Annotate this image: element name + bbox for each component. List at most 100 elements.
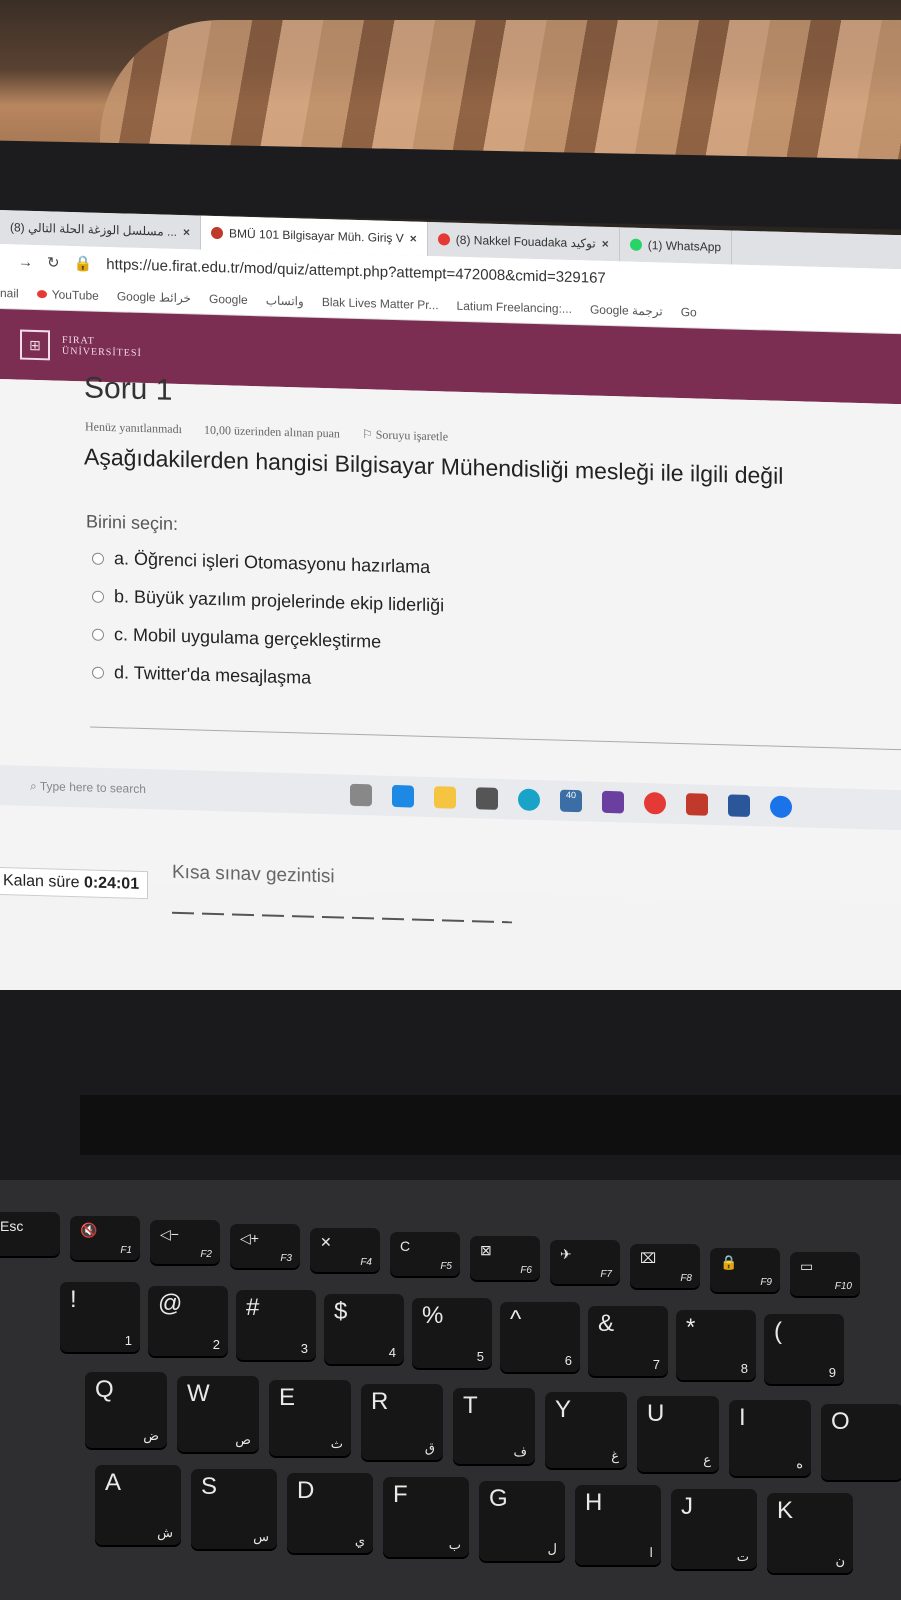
letter-key[interactable]: Jت: [671, 1489, 757, 1569]
function-key[interactable]: ⊠ F6: [470, 1236, 540, 1280]
bookmark-item[interactable]: Google ترجمة: [590, 302, 663, 318]
radio-button[interactable]: [92, 628, 104, 641]
letter-key[interactable]: Qض: [85, 1372, 167, 1448]
number-key[interactable]: % 5: [412, 1298, 492, 1368]
key-sublegend: ع: [703, 1452, 711, 1467]
function-key[interactable]: ⌧ F8: [630, 1244, 700, 1288]
option-b[interactable]: b. Büyük yazılım projelerinde ekip lider…: [92, 586, 444, 617]
letter-key[interactable]: Sس: [191, 1469, 277, 1549]
letter-key[interactable]: Aش: [95, 1465, 181, 1545]
key-sublegend: ف: [513, 1444, 527, 1459]
close-icon[interactable]: ×: [602, 237, 609, 251]
letter-key[interactable]: Eث: [269, 1380, 351, 1456]
key-sublegend: ن: [835, 1553, 845, 1568]
function-key[interactable]: 🔇 F1: [70, 1216, 140, 1260]
bookmark-item[interactable]: Latium Freelancing:...: [457, 299, 572, 316]
bookmark-item[interactable]: nail: [0, 286, 19, 301]
quiz-navigation-bar[interactable]: [172, 911, 512, 924]
number-key[interactable]: @2: [148, 1286, 228, 1356]
radio-button[interactable]: [92, 666, 104, 679]
letter-key[interactable]: Dي: [287, 1473, 373, 1553]
letter-key[interactable]: Hا: [575, 1485, 661, 1565]
tab-3[interactable]: (8) Nakkel Fouadaka توكيد ×: [427, 221, 620, 262]
number-key[interactable]: ^ 6: [500, 1302, 580, 1372]
youtube-icon: [36, 290, 47, 299]
url-text[interactable]: https://ue.firat.edu.tr/mod/quiz/attempt…: [106, 255, 606, 286]
word-icon[interactable]: [728, 794, 750, 817]
function-key[interactable]: C F5: [390, 1232, 460, 1276]
lock-icon: 🔒: [73, 255, 93, 273]
key-legend: O: [831, 1408, 850, 1435]
app-icon[interactable]: [602, 790, 624, 814]
edge-icon[interactable]: [518, 788, 540, 812]
letter-key[interactable]: Uع: [637, 1396, 719, 1472]
option-c[interactable]: c. Mobil uygulama gerçekleştirme: [92, 624, 381, 653]
letter-key[interactable]: Gل: [479, 1481, 565, 1561]
bookmark-item[interactable]: Blak Lives Matter Pr...: [322, 295, 439, 312]
function-key[interactable]: ▭ F10: [790, 1252, 860, 1296]
number-key[interactable]: ! 1: [60, 1282, 140, 1352]
key-legend: ◁+: [240, 1230, 259, 1246]
whatsapp-icon: [629, 238, 642, 251]
option-a[interactable]: a. Öğrenci işleri Otomasyonu hazırlama: [92, 548, 430, 578]
tab-4[interactable]: (1) WhatsApp: [619, 227, 733, 265]
bookmark-item[interactable]: واتساب: [266, 293, 304, 308]
reload-icon[interactable]: ↻: [47, 253, 60, 271]
tab-1[interactable]: (8) مسلسل الوزغة الحلة التالي ... ×: [0, 210, 202, 250]
bookmark-item[interactable]: YouTube: [36, 287, 99, 303]
function-key[interactable]: 🔒 F9: [710, 1248, 780, 1292]
number-key[interactable]: & 7: [588, 1306, 668, 1376]
question-title: Soru 1: [84, 371, 173, 407]
browser-icon[interactable]: [770, 795, 792, 819]
function-key[interactable]: ✈ F7: [550, 1240, 620, 1284]
letter-key[interactable]: Yغ: [545, 1392, 627, 1468]
letter-key[interactable]: Iه: [729, 1400, 811, 1476]
option-d[interactable]: d. Twitter'da mesajlaşma: [92, 662, 311, 689]
taskbar-search[interactable]: ⌕ Type here to search: [30, 778, 330, 801]
tab-2-active[interactable]: BMÜ 101 Bilgisayar Müh. Giriş V ×: [201, 215, 428, 256]
letter-key[interactable]: Wص: [177, 1376, 259, 1452]
flag-question-link[interactable]: ⚐ Soruyu işaretle: [362, 427, 448, 444]
mail-icon[interactable]: 40: [560, 789, 582, 813]
radio-button[interactable]: [92, 552, 104, 565]
outlook-icon[interactable]: [392, 784, 414, 808]
key-legend: J: [681, 1493, 693, 1520]
key-sublegend: ص: [235, 1432, 251, 1447]
function-key[interactable]: Esc: [0, 1212, 60, 1256]
chrome-icon[interactable]: [644, 791, 666, 815]
bookmark-item[interactable]: Go: [681, 305, 697, 319]
radio-button[interactable]: [92, 590, 104, 603]
key-legend: ^: [510, 1306, 522, 1333]
flag-icon: ⚐: [361, 427, 376, 442]
function-key[interactable]: ◁+ F3: [230, 1224, 300, 1268]
letter-key[interactable]: Fب: [383, 1477, 469, 1557]
function-key[interactable]: ◁− F2: [150, 1220, 220, 1264]
function-key[interactable]: ✕ F4: [310, 1228, 380, 1272]
number-key[interactable]: $4: [324, 1294, 404, 1364]
bookmark-item[interactable]: Google: [209, 292, 248, 307]
number-key[interactable]: (9: [764, 1314, 844, 1384]
key-legend: ✕: [320, 1234, 332, 1250]
task-view-icon[interactable]: [350, 783, 372, 807]
letter-key[interactable]: Kن: [767, 1493, 853, 1573]
bookmark-item[interactable]: Google خرائط: [117, 289, 191, 305]
key-legend: E: [279, 1384, 296, 1411]
file-explorer-icon[interactable]: [434, 786, 456, 809]
university-logo-icon[interactable]: ⊞: [20, 329, 50, 361]
tab-label: (8) Nakkel Fouadaka توكيد: [455, 232, 596, 251]
back-arrow-icon[interactable]: →: [18, 253, 33, 270]
key-sublegend: F9: [760, 1277, 772, 1288]
store-icon[interactable]: [476, 787, 498, 810]
number-key[interactable]: #3: [236, 1290, 316, 1360]
letter-key[interactable]: Tف: [453, 1388, 535, 1464]
winrar-icon[interactable]: [686, 793, 708, 816]
number-key[interactable]: * 8: [676, 1310, 756, 1380]
key-sublegend: F1: [120, 1245, 132, 1256]
close-icon[interactable]: ×: [183, 225, 190, 239]
close-icon[interactable]: ×: [410, 231, 417, 245]
letter-key[interactable]: O: [821, 1404, 901, 1480]
letter-key[interactable]: Rق: [361, 1384, 443, 1460]
university-logo-text: FIRAT ÜNİVERSİTESİ: [62, 334, 142, 359]
key-legend: G: [489, 1485, 508, 1512]
key-legend: $: [334, 1298, 348, 1325]
